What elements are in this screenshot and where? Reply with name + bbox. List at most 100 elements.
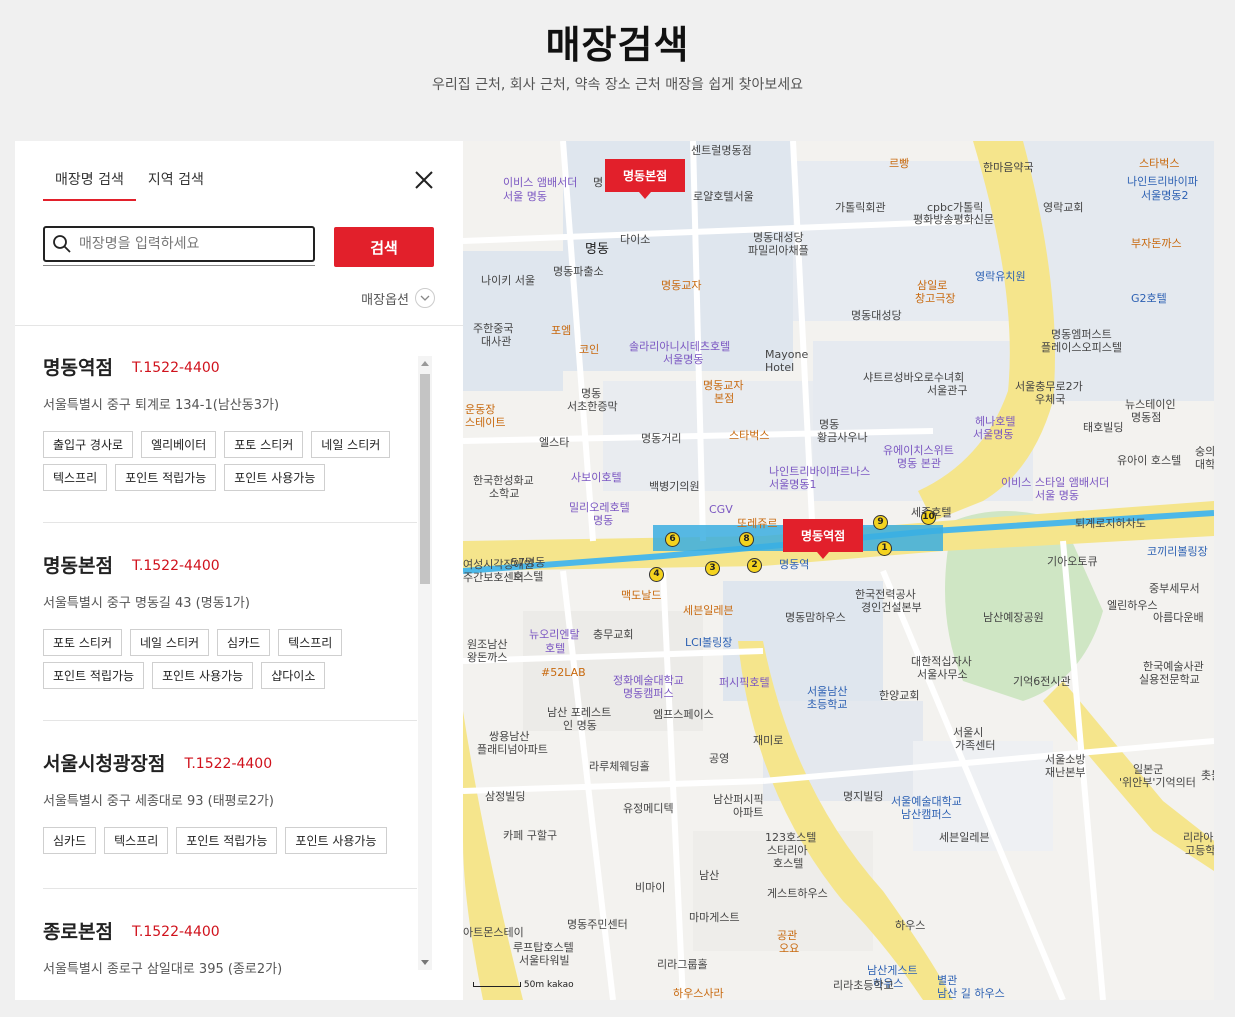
map-label: 퍼시픽호텔 <box>719 676 770 689</box>
store-name[interactable]: 명동본점 <box>43 551 113 578</box>
store-name[interactable]: 서울시청광장점 <box>43 749 165 776</box>
store-pin-myeongdong-station[interactable]: 명동역점 <box>783 519 864 559</box>
map-label: 서울남산 <box>807 685 848 698</box>
store-pin-myeongdong-main[interactable]: 명동본점 <box>605 159 686 199</box>
map-label: 명동대성당 <box>753 231 804 244</box>
map-label: 별관 <box>937 974 958 987</box>
map-label: 유정메디텍 <box>623 802 674 815</box>
map-label: 인 명동 <box>563 719 597 732</box>
search-underline <box>43 265 315 266</box>
map-label: 주한중국 <box>473 322 514 335</box>
store-map[interactable]: 센트럴명동점 한마음약국 스타벅스 르빵 나인트리바이파 서울명동2 이비스 앰… <box>463 141 1214 1000</box>
store-tags: 출입구 경사로 엘리베이터 포토 스티커 네일 스티커 텍스프리 포인트 적립가… <box>43 431 403 491</box>
list-scrollbar[interactable] <box>418 356 432 970</box>
map-label: 서울관구 <box>927 384 968 397</box>
store-tag: 포인트 적립가능 <box>43 662 145 689</box>
map-label: 가톨릭회관 <box>835 201 886 214</box>
map-label: 한국전력공사 <box>855 588 916 601</box>
map-label: 창고극장 <box>915 292 956 305</box>
subway-exit-icon[interactable]: 3 <box>705 561 720 576</box>
store-options-toggle[interactable]: 매장옵션 <box>361 288 435 308</box>
map-label: 한국한성화교 <box>473 474 534 487</box>
map-label: 촛불1978 <box>1201 769 1214 782</box>
scroll-thumb[interactable] <box>420 374 430 584</box>
map-label: 한국예술사관 <box>1143 660 1204 673</box>
map-label: 명동교자 <box>703 379 744 392</box>
map-label: 카페 구할구 <box>503 829 558 842</box>
subway-exit-icon[interactable]: 1 <box>877 541 892 556</box>
map-label: 운동장 <box>465 403 496 416</box>
store-name[interactable]: 종로본점 <box>43 917 113 944</box>
map-label: 정화예술대학교 <box>613 674 684 687</box>
store-address: 서울특별시 중구 명동길 43 (명동1가) <box>43 596 250 611</box>
map-label: 서울타워빌 <box>519 954 570 967</box>
map-label: 서울 명동 <box>1035 489 1079 502</box>
map-label: 스타리아 <box>767 844 808 857</box>
search-button[interactable]: 검색 <box>334 227 434 267</box>
map-label: 파밀리아채플 <box>748 244 809 257</box>
map-label: 뉴스테이인 <box>1125 398 1176 411</box>
search-input[interactable] <box>79 236 299 252</box>
store-item[interactable]: 종로본점 T.1522-4400 서울특별시 종로구 삼일대로 395 (종로2… <box>43 917 417 977</box>
store-item[interactable]: 명동역점 T.1522-4400 서울특별시 중구 퇴계로 134-1(남산동3… <box>43 353 417 491</box>
map-label: 서울 명동 <box>503 190 547 203</box>
map-label: 명동 <box>585 242 609 257</box>
map-label: 퇴계로지하차도 <box>1075 517 1146 530</box>
map-label: 헤나호텔 <box>975 415 1016 428</box>
map-label: #52LAB <box>541 666 586 679</box>
store-options-label: 매장옵션 <box>361 292 409 308</box>
store-list: 명동역점 T.1522-4400 서울특별시 중구 퇴계로 134-1(남산동3… <box>15 326 417 1000</box>
store-tag: 네일 스티커 <box>130 629 210 656</box>
map-label: 남산퍼시픽 <box>713 793 764 806</box>
tab-store-name-search[interactable]: 매장명 검색 <box>43 163 136 201</box>
map-label: 로얄호텔서울 <box>693 190 754 203</box>
map-label: 한마음약국 <box>983 161 1034 174</box>
map-label: 부자돈까스 <box>1131 237 1182 250</box>
map-label: 원조남산 <box>467 638 508 651</box>
subway-exit-icon[interactable]: 9 <box>873 515 888 530</box>
map-label: 명동대성당 <box>851 309 902 322</box>
store-name[interactable]: 명동역점 <box>43 353 113 380</box>
map-label: 오요 <box>779 942 800 955</box>
subway-exit-icon[interactable]: 4 <box>649 567 664 582</box>
scroll-down-arrow-icon[interactable] <box>421 960 429 965</box>
map-label: 남산 포레스트 <box>547 706 612 719</box>
map-label: 삼일로 <box>917 279 948 292</box>
close-button[interactable] <box>413 169 435 191</box>
store-tag: 심카드 <box>43 827 97 854</box>
map-label: 명동점 <box>1131 411 1162 424</box>
store-tag: 엘리베이터 <box>141 431 217 458</box>
map-label: 엘린하우스 <box>1107 599 1158 612</box>
store-tag: 포인트 적립가능 <box>176 827 278 854</box>
store-tag: 텍스프리 <box>278 629 343 656</box>
map-label: CGV <box>709 503 733 516</box>
subway-exit-icon[interactable]: 10 <box>921 510 936 525</box>
store-tag: 심카드 <box>217 629 271 656</box>
map-label: 호스텔 <box>773 857 804 870</box>
store-divider <box>43 888 417 889</box>
tab-region-search[interactable]: 지역 검색 <box>136 163 216 201</box>
store-item[interactable]: 서울시청광장점 T.1522-4400 서울특별시 중구 세종대로 93 (태평… <box>43 749 417 854</box>
store-item[interactable]: 명동본점 T.1522-4400 서울특별시 중구 명동길 43 (명동1가) … <box>43 551 417 689</box>
map-label: 센트럴명동점 <box>691 144 752 157</box>
subway-exit-icon[interactable]: 2 <box>747 558 762 573</box>
map-label: 명지빌딩 <box>843 790 884 803</box>
map-label: 다이소 <box>620 233 651 246</box>
map-label: 대한적십자사 <box>911 655 972 668</box>
map-label: 가족센터 <box>955 739 996 752</box>
map-label: 이비스 앰배서더 <box>503 176 578 189</box>
subway-exit-icon[interactable]: 6 <box>665 532 680 547</box>
store-phone: T.1522-4400 <box>132 558 220 574</box>
map-label: 세븐일레븐 <box>683 604 734 617</box>
map-label: 쌍용남산 <box>489 730 530 743</box>
scroll-up-arrow-icon[interactable] <box>421 361 429 366</box>
map-label: 서울예술대학교 <box>891 795 962 808</box>
map-label: 코인 <box>579 343 600 356</box>
map-label: 대사관 <box>481 335 512 348</box>
map-label: 남산게스트 <box>867 964 918 977</box>
map-label: Hotel <box>765 361 795 374</box>
map-label: 맥도날드 <box>621 589 662 602</box>
search-icon <box>53 235 71 253</box>
subway-exit-icon[interactable]: 8 <box>739 532 754 547</box>
map-label: LCI볼링장 <box>685 636 733 649</box>
